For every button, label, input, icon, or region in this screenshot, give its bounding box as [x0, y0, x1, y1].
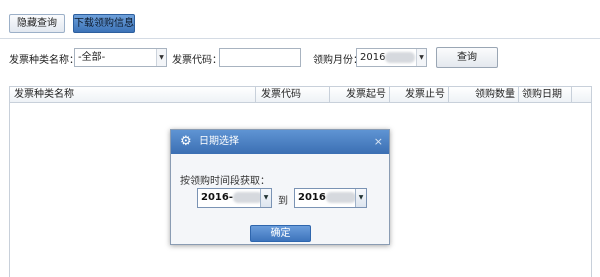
- invoice-code-label: 发票代码：: [172, 55, 222, 66]
- chevron-down-icon[interactable]: ▼: [156, 49, 166, 66]
- column-header: 领购数量: [449, 87, 519, 102]
- chevron-down-icon[interactable]: ▼: [260, 189, 271, 207]
- column-header: 发票止号: [390, 87, 449, 102]
- dialog-title: 日期选择: [199, 136, 239, 147]
- date-range-prompt: 按领购时间段获取：: [180, 176, 270, 187]
- invoice-type-label: 发票种类名称：: [9, 55, 79, 66]
- redacted-month: [385, 51, 416, 63]
- dialog-body: 按领购时间段获取： 2016- ▼ 到 2016 ▼ 确定: [171, 154, 389, 244]
- column-header: 领购日期: [519, 87, 572, 102]
- date-picker-dialog: ⚙ 日期选择 × 按领购时间段获取： 2016- ▼ 到 2016 ▼ 确定: [170, 129, 390, 245]
- column-header: 发票起号: [330, 87, 390, 102]
- column-header: 发票种类名称: [10, 87, 256, 102]
- toolbar-divider: [0, 38, 600, 39]
- invoice-type-select[interactable]: -全部- ▼: [74, 48, 167, 67]
- chevron-down-icon[interactable]: ▼: [355, 189, 366, 207]
- purchase-month-select[interactable]: 2016 ▼: [356, 48, 427, 67]
- redacted-end-month: [325, 191, 356, 203]
- close-icon[interactable]: ×: [374, 135, 383, 149]
- start-date-value: 2016-: [201, 192, 233, 203]
- gear-icon: ⚙: [180, 134, 192, 149]
- to-label: 到: [278, 196, 288, 207]
- dialog-header: ⚙ 日期选择 ×: [171, 130, 389, 154]
- end-date-value: 2016: [298, 192, 326, 203]
- purchase-month-value: 2016: [360, 52, 386, 63]
- chevron-down-icon[interactable]: ▼: [416, 49, 426, 66]
- query-button[interactable]: 查询: [436, 47, 498, 68]
- table-header: 发票种类名称 发票代码 发票起号 发票止号 领购数量 领购日期: [10, 87, 591, 103]
- start-date-select[interactable]: 2016- ▼: [197, 188, 272, 208]
- end-date-select[interactable]: 2016 ▼: [294, 188, 367, 208]
- hidden-query-button[interactable]: 隐藏查询: [9, 14, 65, 33]
- invoice-code-input[interactable]: [219, 48, 301, 67]
- column-header: 发票代码: [256, 87, 330, 102]
- download-purchase-info-button[interactable]: 下载领购信息: [73, 14, 135, 33]
- invoice-type-value: -全部-: [78, 52, 106, 63]
- redacted-start-month: [232, 191, 263, 203]
- confirm-button[interactable]: 确定: [250, 225, 311, 242]
